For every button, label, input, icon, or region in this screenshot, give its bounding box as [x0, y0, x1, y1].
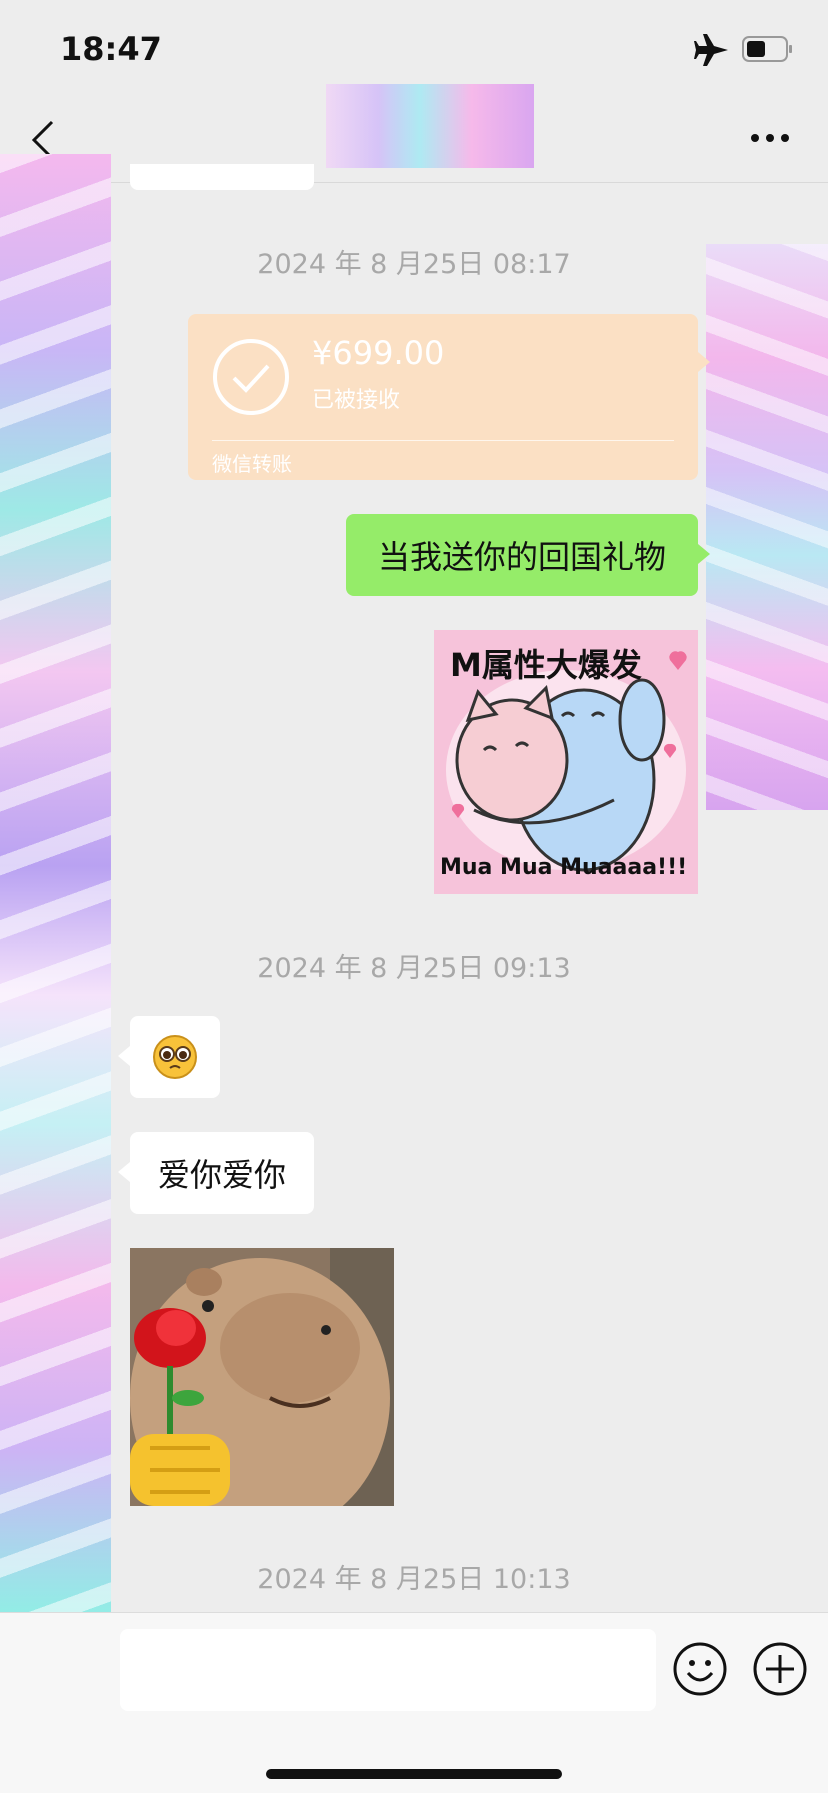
timestamp: 2024 年 8 月25日 08:17 [257, 249, 571, 280]
chat-title-redaction [326, 84, 534, 168]
more-icon[interactable] [750, 132, 790, 144]
sent-message-bubble[interactable]: 当我送你的回国礼物 [346, 514, 710, 596]
capybara-sticker-art [130, 1248, 394, 1506]
battery-icon [742, 36, 792, 62]
received-emoji-bubble[interactable] [118, 1016, 220, 1098]
timestamp: 2024 年 8 月25日 10:13 [257, 1564, 571, 1595]
check-circle-icon [213, 339, 289, 415]
hug-sticker[interactable]: M属性大爆发 Mua Mua Muaaaa!!! [434, 630, 698, 894]
transfer-card[interactable]: ¥699.00 已被接收 微信转账 [188, 314, 710, 480]
sticker-title: M属性大爆发 [450, 646, 642, 684]
message-input[interactable] [120, 1629, 656, 1711]
status-time: 18:47 [60, 30, 162, 68]
timestamp: 2024 年 8 月25日 09:13 [257, 953, 571, 984]
sticker-caption: Mua Mua Muaaaa!!! [440, 855, 688, 880]
airplane-icon [694, 34, 728, 66]
partial-message-bubble[interactable] [130, 164, 314, 190]
received-message-bubble[interactable]: 爱你爱你 [118, 1132, 314, 1214]
transfer-label: 微信转账 [212, 452, 292, 476]
home-indicator [266, 1769, 562, 1779]
input-bar [0, 1612, 828, 1793]
avatar-redaction-right [706, 244, 828, 810]
transfer-status: 已被接收 [312, 388, 401, 413]
emoji-icon[interactable] [672, 1641, 728, 1697]
pleading-emoji-icon [153, 1035, 197, 1079]
plus-icon[interactable] [752, 1641, 808, 1697]
capybara-rose-sticker[interactable] [130, 1248, 394, 1506]
nav-bar [0, 70, 828, 183]
transfer-amount: ¥699.00 [312, 334, 445, 372]
divider [212, 440, 674, 441]
